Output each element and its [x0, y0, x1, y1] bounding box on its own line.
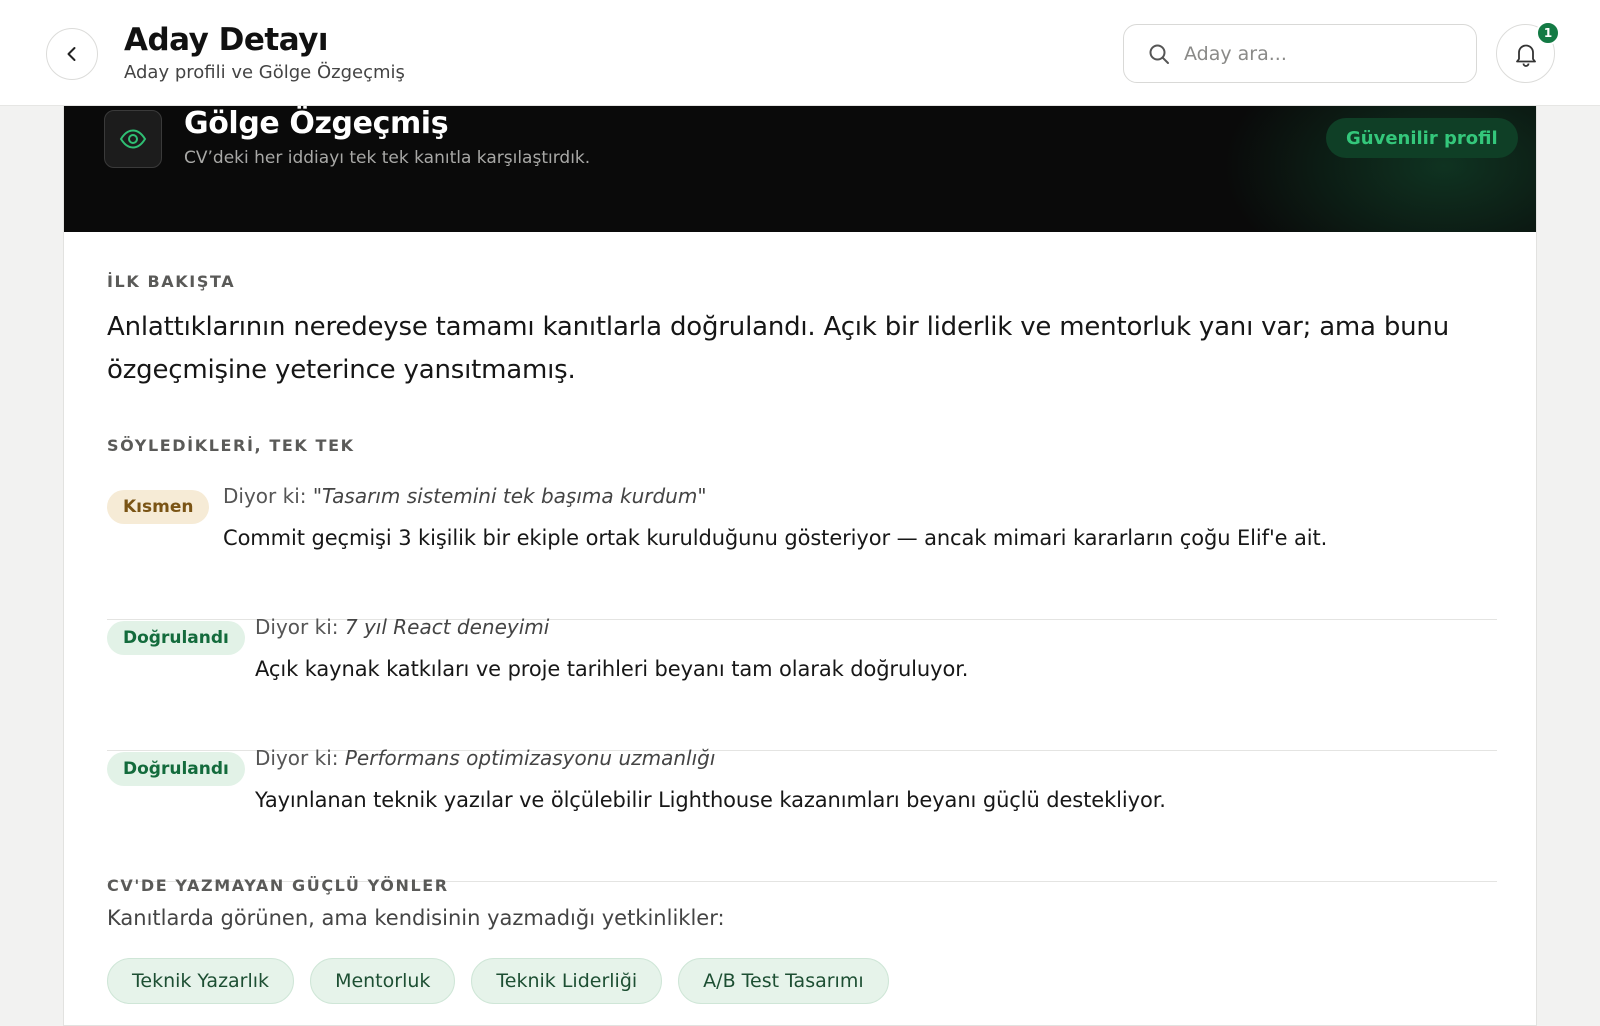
search-input[interactable] [1184, 42, 1454, 65]
strength-chip[interactable]: Mentorluk [310, 958, 456, 1004]
overview-summary: Anlattıklarının neredeyse tamamı kanıtla… [107, 312, 1449, 385]
eye-icon [119, 129, 147, 149]
strength-chip[interactable]: Teknik Yazarlık [107, 958, 295, 1004]
hidden-strengths-intro: Kanıtlarda görünen, ama kendisinin yazma… [107, 906, 725, 930]
overview-section-label: İLK BAKIŞTA [107, 272, 236, 291]
eye-icon-tile [104, 110, 162, 168]
search-icon [1149, 44, 1169, 64]
shadow-cv-subtitle: CV’deki her iddiayı tek tek kanıtla karş… [184, 148, 591, 168]
claim-status-badge: Doğrulandı [107, 621, 245, 655]
chevron-left-icon [67, 47, 76, 61]
claim-quote-text: Performans optimizasyonu uzmanlığı [344, 746, 716, 770]
shadow-cv-card: Gölge Özgeçmiş CV’deki her iddiayı tek t… [63, 106, 1537, 1026]
claim-status-badge: Doğrulandı [107, 752, 245, 786]
claim-evidence: Commit geçmişi 3 kişilik bir ekiple orta… [223, 526, 1328, 550]
page-subtitle: Aday profili ve Gölge Özgeçmiş [124, 62, 405, 83]
claim-row: Kısmen Diyor ki: "Tasarım sistemini tek … [107, 484, 1497, 620]
claim-quote: Diyor ki: Performans optimizasyonu uzman… [255, 746, 715, 770]
claim-quote: Diyor ki: "Tasarım sistemini tek başıma … [223, 484, 707, 508]
claim-prefix: Diyor ki: [255, 615, 339, 639]
claim-evidence: Açık kaynak katkıları ve proje tarihleri… [255, 657, 969, 681]
page-title: Aday Detayı [124, 22, 329, 58]
claim-prefix: Diyor ki: [255, 746, 339, 770]
claim-row: Doğrulandı Diyor ki: Performans optimiza… [107, 746, 1497, 882]
bell-icon [1515, 44, 1536, 67]
claims-section-label: SÖYLEDİKLERİ, TEK TEK [107, 436, 355, 455]
strength-chip[interactable]: Teknik Liderliği [471, 958, 663, 1004]
top-bar: Aday Detayı Aday profili ve Gölge Özgeçm… [0, 0, 1600, 106]
claim-status-badge: Kısmen [107, 490, 210, 524]
shadow-cv-title: Gölge Özgeçmiş [184, 106, 449, 141]
back-button[interactable] [46, 28, 98, 80]
search-box[interactable] [1123, 24, 1477, 83]
strength-chip-list: Teknik Yazarlık Mentorluk Teknik Liderli… [107, 958, 889, 1004]
strength-chip[interactable]: A/B Test Tasarımı [678, 958, 889, 1004]
claim-quote-text: "Tasarım sistemini tek başıma kurdum" [312, 484, 707, 508]
notification-count-badge: 1 [1536, 21, 1560, 45]
claim-quote-text: 7 yıl React deneyimi [344, 615, 550, 639]
claim-evidence: Yayınlanan teknik yazılar ve ölçülebilir… [255, 788, 1166, 812]
hidden-strengths-section-label: CV'DE YAZMAYAN GÜÇLÜ YÖNLER [107, 876, 449, 895]
claim-quote: Diyor ki: 7 yıl React deneyimi [255, 615, 549, 639]
claim-row: Doğrulandı Diyor ki: 7 yıl React deneyim… [107, 615, 1497, 751]
claim-prefix: Diyor ki: [223, 484, 307, 508]
shadow-cv-header: Gölge Özgeçmiş CV’deki her iddiayı tek t… [64, 106, 1536, 232]
trust-status-badge: Güvenilir profil [1326, 118, 1518, 158]
